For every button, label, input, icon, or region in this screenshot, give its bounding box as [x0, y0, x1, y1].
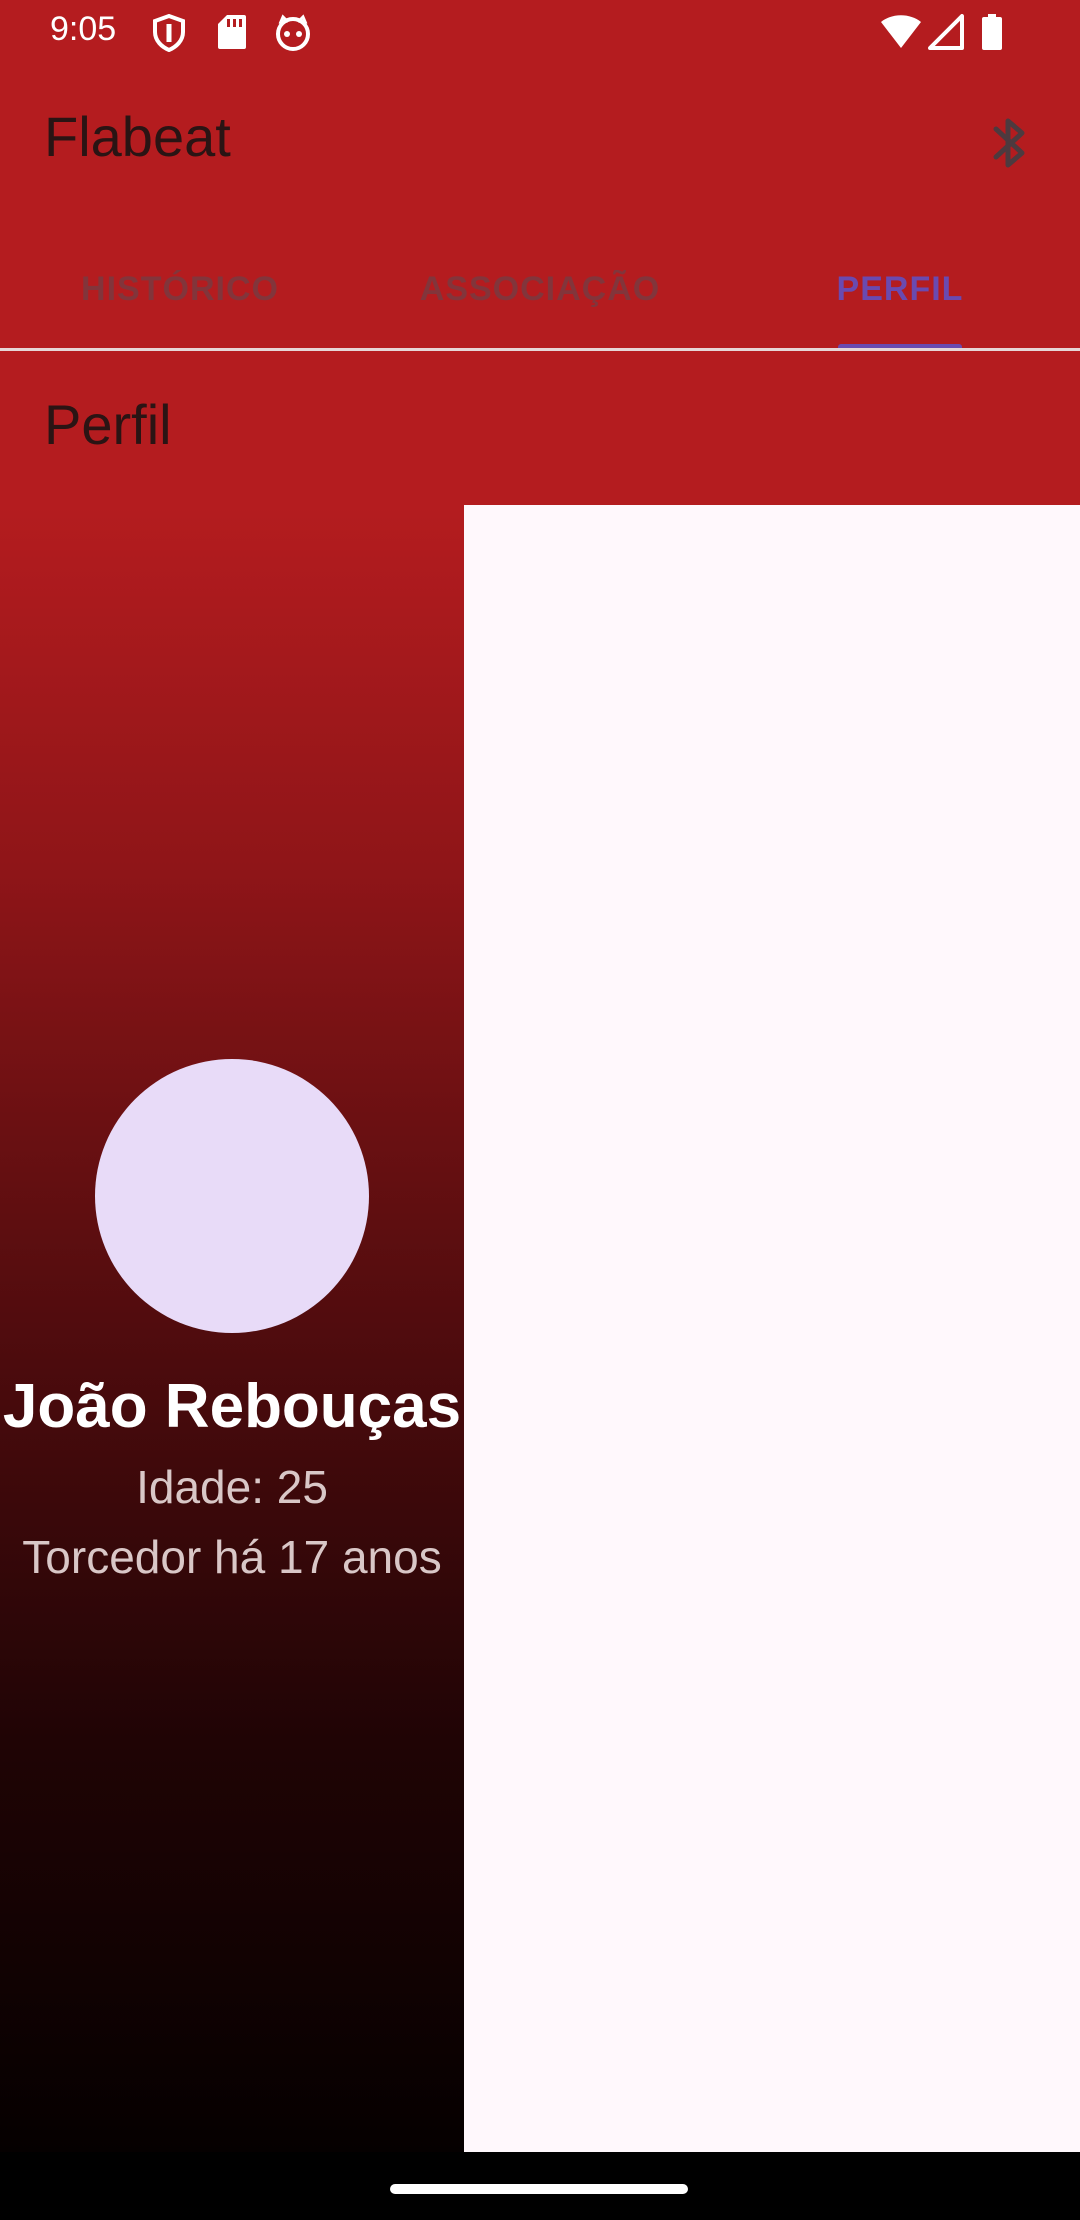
app-title: Flabeat: [44, 105, 231, 168]
profile-panel: João Rebouças Idade: 25 Torcedor há 17 a…: [0, 505, 464, 2152]
tabs-divider: [0, 348, 1080, 351]
face-icon: [274, 14, 312, 57]
shield-icon: [152, 13, 186, 57]
tab-historico[interactable]: HISTÓRICO: [0, 230, 360, 348]
app-screen: 9:05 Flabeat HISTÓRICO ASSOCIAÇÃO PERFIL…: [0, 0, 1080, 2220]
status-bar: 9:05: [0, 0, 1080, 64]
section-title: Perfil: [44, 393, 172, 456]
home-indicator[interactable]: [390, 2184, 688, 2194]
bluetooth-icon[interactable]: [990, 113, 1030, 173]
status-time: 9:05: [50, 10, 117, 48]
profile-name: João Rebouças: [2, 1372, 462, 1441]
signal-icon: [928, 14, 964, 55]
tab-bar: HISTÓRICO ASSOCIAÇÃO PERFIL: [0, 230, 1080, 348]
tab-perfil[interactable]: PERFIL: [720, 230, 1080, 348]
avatar: [95, 1059, 369, 1333]
content-area: [464, 505, 1080, 2152]
tab-associacao[interactable]: ASSOCIAÇÃO: [360, 230, 720, 348]
wifi-icon: [880, 14, 922, 55]
profile-age: Idade: 25: [136, 1461, 328, 1513]
sd-card-icon: [217, 14, 247, 55]
profile-fan-since: Torcedor há 17 anos: [22, 1531, 442, 1583]
battery-icon: [980, 14, 1004, 55]
